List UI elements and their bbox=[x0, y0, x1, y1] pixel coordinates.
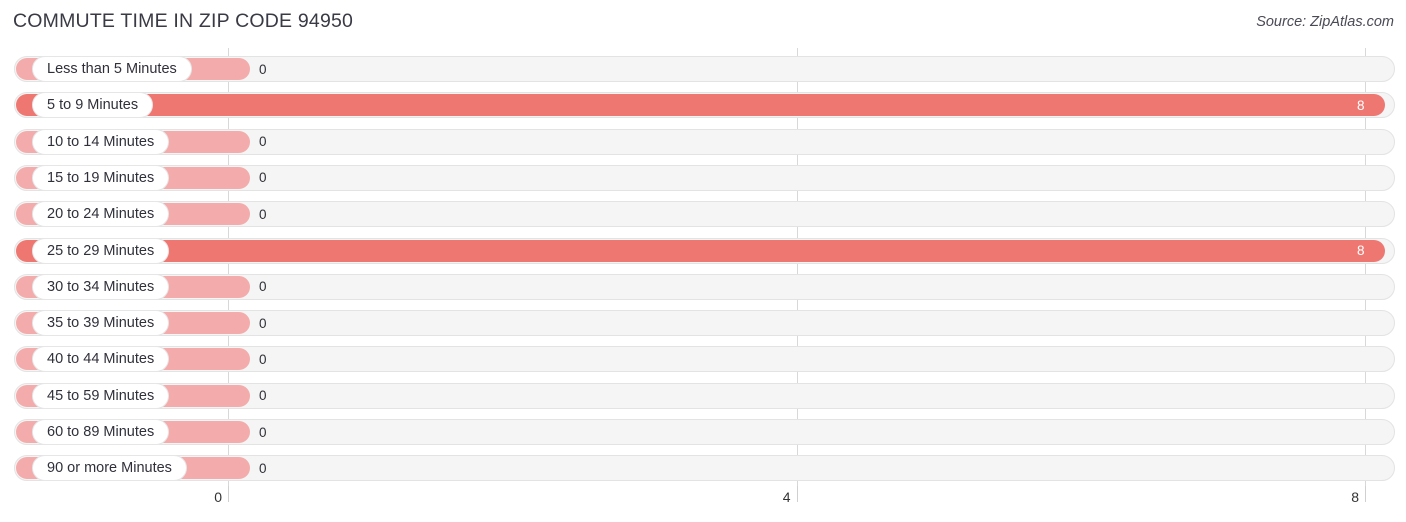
category-label: 60 to 89 Minutes bbox=[47, 424, 155, 440]
bar-row[interactable]: 10 to 14 Minutes 0 bbox=[0, 127, 1406, 157]
bar-row[interactable]: 40 to 44 Minutes 0 bbox=[0, 344, 1406, 374]
bar-value-label: 8 bbox=[1357, 97, 1365, 113]
axis-tick-mark bbox=[228, 486, 229, 502]
axis-tick-mark bbox=[796, 486, 798, 502]
category-label: Less than 5 Minutes bbox=[47, 61, 177, 77]
category-label: 45 to 59 Minutes bbox=[47, 387, 155, 404]
bar-value-label: 0 bbox=[259, 134, 267, 150]
category-label-pill: 15 to 19 Minutes bbox=[32, 164, 170, 191]
x-axis: 0 4 8 bbox=[0, 486, 1406, 522]
bar-value-label: 0 bbox=[259, 388, 267, 404]
category-label: 35 to 39 Minutes bbox=[47, 315, 155, 332]
bar-row[interactable]: 60 to 89 Minutes 0 bbox=[0, 417, 1406, 447]
category-label: 10 to 14 Minutes bbox=[47, 133, 155, 150]
category-label: 5 to 9 Minutes bbox=[47, 97, 139, 114]
category-label-pill: 10 to 14 Minutes bbox=[32, 128, 170, 155]
category-label-pill: 60 to 89 Minutes bbox=[32, 419, 170, 445]
bar-row[interactable]: 5 to 9 Minutes 8 bbox=[0, 90, 1406, 120]
bar-row[interactable]: Less than 5 Minutes 0 bbox=[0, 54, 1406, 84]
axis-tick-mark bbox=[1365, 486, 1366, 502]
bar-value-label: 0 bbox=[259, 315, 267, 331]
bar-row[interactable]: 25 to 29 Minutes 8 bbox=[0, 236, 1406, 266]
bar-value-label: 0 bbox=[259, 460, 267, 476]
category-label: 20 to 24 Minutes bbox=[47, 206, 155, 223]
category-label: 30 to 34 Minutes bbox=[47, 278, 155, 295]
bar-fill[interactable] bbox=[16, 94, 1385, 117]
axis-tick-label: 8 bbox=[1351, 489, 1359, 505]
bar-row[interactable]: 30 to 34 Minutes 0 bbox=[0, 272, 1406, 302]
bar-row[interactable]: 15 to 19 Minutes 0 bbox=[0, 163, 1406, 193]
category-label-pill: 45 to 59 Minutes bbox=[32, 382, 170, 409]
category-label-pill: 40 to 44 Minutes bbox=[32, 346, 170, 373]
plot-area: Less than 5 Minutes 0 5 to 9 Minutes 8 10 to… bbox=[0, 48, 1406, 486]
category-label-pill: 30 to 34 Minutes bbox=[32, 273, 170, 300]
bar-value-label: 0 bbox=[259, 351, 267, 367]
category-label: 40 to 44 Minutes bbox=[47, 351, 155, 368]
category-label: 90 or more Minutes bbox=[47, 460, 172, 477]
category-label-pill: 25 to 29 Minutes bbox=[32, 237, 170, 264]
bar-value-label: 0 bbox=[259, 170, 267, 186]
bar-row[interactable]: 20 to 24 Minutes 0 bbox=[0, 199, 1406, 229]
axis-tick-label: 4 bbox=[782, 489, 791, 505]
bar-value-label: 0 bbox=[259, 424, 267, 440]
source-attribution: Source: ZipAtlas.com bbox=[1256, 14, 1394, 30]
bar-value-label: 0 bbox=[259, 61, 267, 77]
bar-fill[interactable] bbox=[16, 239, 1385, 262]
category-label-pill: 5 to 9 Minutes bbox=[32, 92, 154, 119]
category-label: 15 to 19 Minutes bbox=[47, 169, 155, 186]
bar-row[interactable]: 35 to 39 Minutes 0 bbox=[0, 308, 1406, 338]
chart-title: COMMUTE TIME IN ZIP CODE 94950 bbox=[13, 10, 354, 32]
category-label-pill: 35 to 39 Minutes bbox=[32, 310, 170, 337]
category-label-pill: 90 or more Minutes bbox=[32, 455, 187, 482]
bar-row[interactable]: 45 to 59 Minutes 0 bbox=[0, 381, 1406, 411]
axis-tick-label: 0 bbox=[214, 489, 222, 505]
bar-value-label: 0 bbox=[259, 279, 267, 295]
bar-value-label: 8 bbox=[1357, 243, 1365, 258]
bar-value-label: 0 bbox=[259, 206, 267, 222]
category-label: 25 to 29 Minutes bbox=[47, 242, 155, 259]
category-label-pill: 20 to 24 Minutes bbox=[32, 201, 170, 228]
category-label-pill: Less than 5 Minutes bbox=[32, 56, 192, 82]
bar-row[interactable]: 90 or more Minutes 0 bbox=[0, 453, 1406, 483]
